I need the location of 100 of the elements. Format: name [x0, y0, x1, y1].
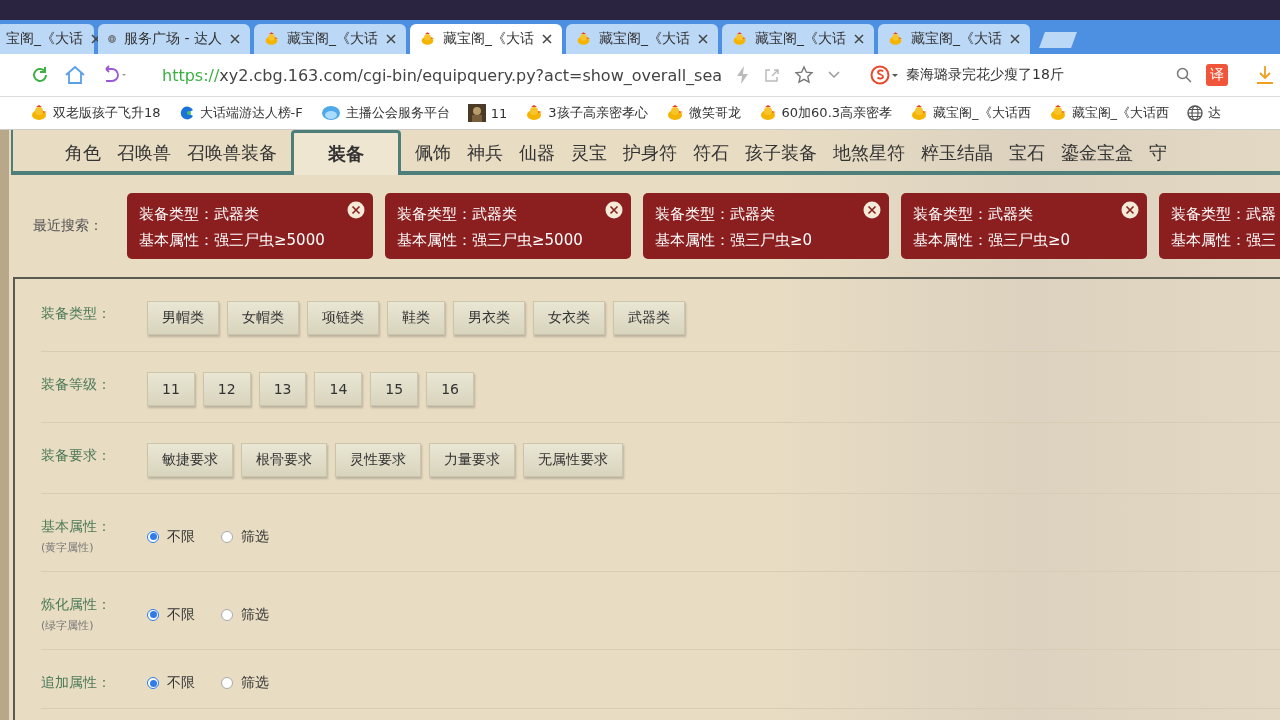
home-icon[interactable] [64, 65, 86, 85]
option-button[interactable]: 14 [314, 372, 363, 406]
filter-label: 基本属性： [41, 518, 112, 536]
bookmark[interactable]: 3孩子高亲密孝心 [525, 104, 648, 122]
option-button[interactable]: 15 [370, 372, 419, 406]
option-button[interactable]: 敏捷要求 [147, 443, 233, 477]
category-tab[interactable]: 神兵 [459, 135, 511, 171]
option-button[interactable]: 力量要求 [429, 443, 515, 477]
category-tab[interactable]: 仙器 [511, 135, 563, 171]
option-button[interactable]: 12 [202, 372, 251, 406]
card-text: 装备类型：武器 [1171, 204, 1276, 225]
radio-button[interactable] [221, 677, 233, 689]
card-text: 装备类型：武器类 [655, 204, 775, 225]
chevron-down-icon[interactable] [828, 71, 840, 79]
category-tab[interactable]: 召唤兽装备 [179, 135, 285, 171]
search-engine-icon[interactable] [870, 65, 900, 85]
category-tab[interactable]: 灵宝 [563, 135, 615, 171]
browser-tab[interactable]: 服务广场 - 达人 [98, 24, 250, 54]
category-tab[interactable]: 粹玉结晶 [913, 135, 1001, 171]
option-button[interactable]: 鞋类 [387, 301, 445, 335]
bookmark[interactable]: 藏宝阁_《大话西 [910, 104, 1031, 122]
option-button[interactable]: 武器类 [613, 301, 685, 335]
chick-icon [732, 31, 747, 47]
filter-note: (绿字属性) [41, 618, 95, 633]
radio-label: 筛选 [241, 527, 269, 546]
bookmark[interactable]: 藏宝阁_《大话西 [1048, 104, 1170, 122]
category-tab[interactable]: 角色 [57, 135, 109, 171]
browser-tab[interactable]: 藏宝阁_《大话 [722, 24, 874, 54]
category-tab[interactable]: 佩饰 [407, 135, 459, 171]
category-tab[interactable]: 护身符 [615, 135, 685, 171]
chick-icon [30, 105, 48, 121]
radio-button[interactable] [221, 608, 233, 621]
chick-icon [910, 105, 929, 121]
new-tab-button[interactable] [1039, 32, 1077, 48]
reload-icon[interactable] [30, 65, 50, 85]
bookmark[interactable]: 60加60.3高亲密孝 [758, 104, 893, 122]
option-button[interactable]: 灵性要求 [335, 443, 421, 477]
search-icon[interactable] [1176, 67, 1192, 83]
option-button[interactable]: 女衣类 [533, 301, 605, 335]
bookmark[interactable]: 主播公会服务平台 [320, 104, 450, 122]
category-tab[interactable]: 鎏金宝盒 [1053, 135, 1141, 171]
radio-label: 不限 [167, 674, 195, 692]
option-button[interactable]: 根骨要求 [241, 443, 327, 477]
url-field[interactable]: https://xy2.cbg.163.com/cgi-bin/equipquery.py?act=show_overall_sea [162, 65, 722, 85]
card-text: 装备类型：武器类 [139, 204, 259, 225]
browser-tab[interactable]: 藏宝阁_《大话 [254, 24, 406, 54]
card-text: 基本属性：强三 [1171, 230, 1276, 251]
chick-icon [665, 105, 684, 121]
option-button[interactable]: 13 [258, 372, 307, 406]
chick-icon [888, 31, 903, 47]
category-tab[interactable]: 符石 [685, 135, 737, 171]
category-tab[interactable]: 孩子装备 [737, 135, 825, 171]
bookmark[interactable]: 11 [467, 104, 508, 122]
radio-button[interactable] [147, 608, 159, 621]
option-button[interactable]: 女帽类 [227, 301, 299, 335]
recent-search-card[interactable]: 装备类型：武器类 基本属性：强三尸虫≥5000 [127, 193, 373, 259]
chick-icon [525, 105, 544, 121]
card-text: 基本属性：强三尸虫≥0 [655, 230, 813, 251]
bookmark[interactable]: 微笑哥龙 [665, 104, 741, 122]
star-icon[interactable] [794, 65, 814, 85]
filter-label: 装备要求： [41, 447, 112, 465]
radio-button[interactable] [147, 530, 159, 543]
radio-label: 不限 [167, 605, 195, 624]
chick-icon [264, 31, 279, 47]
option-button[interactable]: 11 [147, 372, 195, 406]
category-tab[interactable]: 守 [1141, 135, 1175, 171]
category-tab[interactable]: 地煞星符 [825, 135, 913, 171]
option-button[interactable]: 16 [426, 372, 474, 406]
radio-button[interactable] [147, 677, 159, 689]
filter-label: 炼化属性： [41, 596, 112, 614]
card-text: 基本属性：强三尸虫≥5000 [139, 230, 325, 251]
bookmark[interactable]: 达 [1187, 104, 1222, 122]
card-text: 装备类型：武器类 [397, 204, 517, 225]
category-tab[interactable]: 装备 [291, 130, 401, 175]
option-button[interactable]: 男帽类 [147, 301, 219, 335]
bookmark[interactable]: 大话端游达人榜-F [178, 104, 303, 122]
recent-search-card[interactable]: 装备类型：武器 基本属性：强三 [1159, 193, 1280, 259]
recent-search-card[interactable]: 装备类型：武器类 基本属性：强三尸虫≥5000 [385, 193, 631, 259]
search-field[interactable]: 秦海璐录完花少瘦了18斤 [906, 66, 1170, 84]
filter-label: 装备等级： [41, 376, 112, 394]
category-tab[interactable]: 宝石 [1001, 135, 1053, 171]
card-text: 装备类型：武器类 [913, 204, 1033, 225]
radio-label: 筛选 [241, 605, 269, 624]
radio-button[interactable] [221, 530, 233, 543]
face-bubble-icon [320, 105, 341, 121]
filter-note: (黄字属性) [41, 540, 95, 555]
option-button[interactable]: 男衣类 [453, 301, 525, 335]
swirl-icon [178, 105, 195, 121]
recent-search-card[interactable]: 装备类型：武器类 基本属性：强三尸虫≥0 [901, 193, 1147, 259]
browser-tab[interactable]: 藏宝阁_《大话 [878, 24, 1030, 54]
browser-tab[interactable]: 藏宝阁_《大话 [566, 24, 718, 54]
browser-tab[interactable]: 藏宝阁_《大话 [410, 24, 562, 54]
chick-icon [576, 31, 591, 47]
bookmark[interactable]: 双老版孩子飞升18 [30, 104, 161, 122]
option-button[interactable]: 无属性要求 [523, 443, 623, 477]
recent-search-label: 最近搜索： [33, 217, 103, 235]
category-tab[interactable]: 召唤兽 [109, 135, 179, 171]
recent-search-card[interactable]: 装备类型：武器类 基本属性：强三尸虫≥0 [643, 193, 889, 259]
chick-icon [758, 105, 777, 121]
option-button[interactable]: 项链类 [307, 301, 379, 335]
